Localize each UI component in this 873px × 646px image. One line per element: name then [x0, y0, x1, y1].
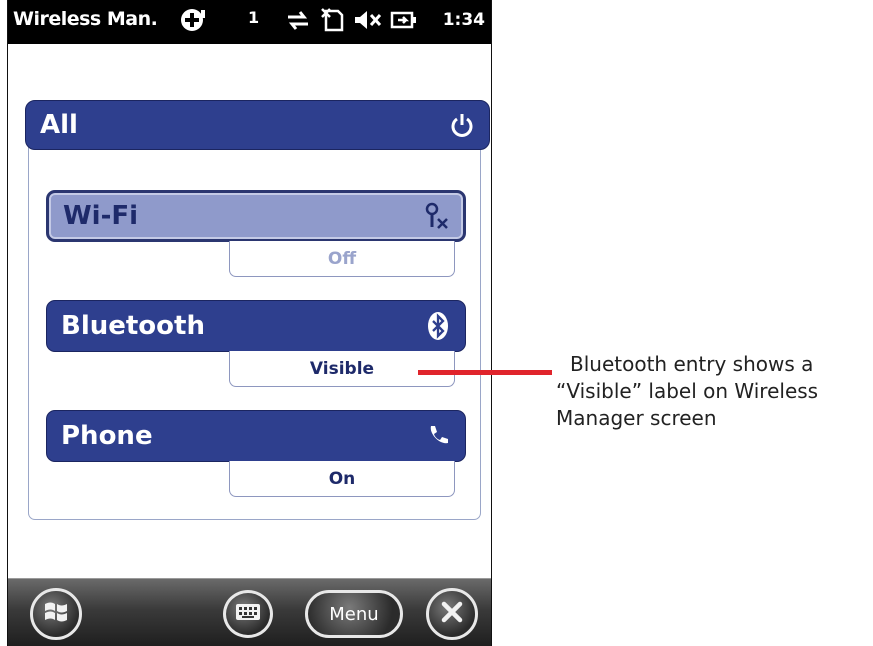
callout-annotation: Bluetooth entry shows a “Visible” label … — [556, 351, 866, 432]
signal-indicator: 1 — [248, 8, 260, 27]
bluetooth-icon — [421, 309, 455, 343]
keyboard-icon — [235, 602, 261, 626]
callout-line-1: Bluetooth entry shows a — [570, 352, 814, 376]
callout-line-2: “Visible” label on Wireless — [556, 379, 819, 403]
close-icon — [439, 599, 465, 629]
battery-charging-icon[interactable] — [390, 6, 418, 34]
windows-start-button[interactable] — [30, 588, 82, 640]
phone-label: Phone — [61, 421, 153, 451]
callout-pointer-line — [418, 370, 552, 375]
keyboard-button[interactable] — [223, 590, 273, 638]
bluetooth-label: Bluetooth — [61, 311, 205, 341]
device-screen: Wireless Man. 1 1:34 All Wi-Fi Off Bluet… — [7, 0, 492, 646]
close-button[interactable] — [426, 588, 478, 640]
menu-button[interactable]: Menu — [305, 590, 403, 638]
clock: 1:34 — [442, 10, 485, 30]
bluetooth-toggle-bar[interactable]: Bluetooth — [46, 300, 466, 352]
wifi-status-tab: Off — [229, 241, 455, 277]
all-label: All — [40, 110, 78, 140]
phone-handset-icon — [421, 419, 455, 453]
no-sim-icon[interactable] — [320, 6, 346, 34]
phone-status-tab: On — [229, 461, 455, 497]
speaker-muted-icon[interactable] — [353, 6, 383, 34]
app-title: Wireless Man. — [13, 8, 158, 30]
callout-line-3: Manager screen — [556, 406, 717, 430]
all-toggle-bar[interactable]: All — [25, 100, 490, 150]
wifi-toggle-bar[interactable]: Wi-Fi — [46, 190, 466, 242]
status-bar: Wireless Man. 1 1:34 — [8, 0, 491, 44]
phone-toggle-bar[interactable]: Phone — [46, 410, 466, 462]
soft-key-bar: Menu — [8, 578, 491, 646]
wifi-antenna-off-icon — [419, 199, 453, 233]
wifi-label: Wi-Fi — [63, 201, 139, 231]
connectivity-plus-icon[interactable] — [180, 6, 206, 34]
power-icon[interactable] — [445, 108, 479, 142]
bluetooth-status-tab: Visible — [229, 351, 455, 387]
data-arrows-icon[interactable] — [284, 6, 312, 34]
windows-start-icon — [42, 598, 70, 630]
